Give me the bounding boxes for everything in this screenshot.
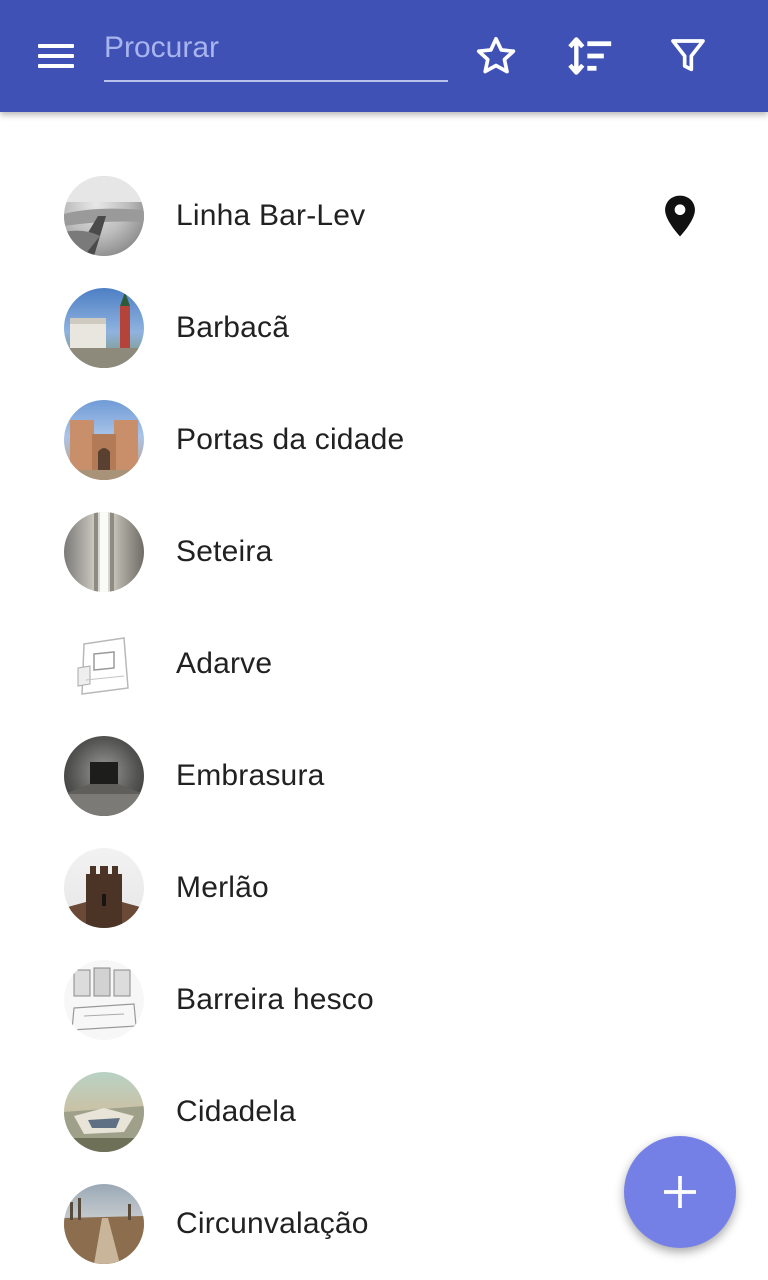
item-label: Linha Bar-Lev [176, 199, 366, 232]
item-label: Embrasura [176, 759, 325, 792]
fortress-image [64, 292, 144, 368]
item-thumbnail [64, 512, 144, 592]
list-item[interactable]: Embrasura [0, 720, 768, 832]
list-item[interactable]: Merlão [0, 832, 768, 944]
list-item[interactable]: Barreira hesco [0, 944, 768, 1056]
menu-icon-line [38, 54, 74, 58]
item-label: Barbacã [176, 311, 290, 344]
list-item[interactable]: Linha Bar-Lev [0, 160, 768, 272]
wall-walk-sketch [77, 637, 129, 695]
location-pin-icon[interactable] [660, 194, 700, 238]
item-thumbnail [64, 624, 144, 704]
trench-line-image [64, 1198, 144, 1264]
castle-tower-image [64, 866, 144, 928]
add-button[interactable] [624, 1136, 736, 1248]
favorites-button[interactable] [468, 28, 524, 84]
item-label: Merlão [176, 871, 269, 904]
search-input[interactable] [104, 22, 448, 74]
item-thumbnail [64, 288, 144, 368]
item-thumbnail [64, 848, 144, 928]
city-gate-image [64, 420, 144, 480]
list-item[interactable]: Seteira [0, 496, 768, 608]
citadel-image [64, 1106, 144, 1152]
list-item[interactable]: Portas da cidade [0, 384, 768, 496]
item-thumbnail [64, 960, 144, 1040]
item-thumbnail [64, 1184, 144, 1264]
sort-icon [568, 37, 612, 75]
item-thumbnail [64, 176, 144, 256]
embrasure-image [64, 762, 144, 816]
hesco-barrier-image [71, 967, 137, 1031]
search-field [104, 22, 448, 82]
item-label: Barreira hesco [176, 983, 374, 1016]
app-bar [0, 0, 768, 112]
item-list: Linha Bar-Lev Barbacã Portas da cidade S… [0, 160, 768, 1280]
list-item[interactable]: Barbacã [0, 272, 768, 384]
star-outline-icon [476, 36, 516, 74]
item-label: Portas da cidade [176, 423, 405, 456]
filter-icon [671, 39, 705, 72]
item-label: Seteira [176, 535, 273, 568]
item-thumbnail [64, 736, 144, 816]
list-item[interactable]: Adarve [0, 608, 768, 720]
menu-button[interactable] [24, 32, 88, 80]
filter-button[interactable] [660, 28, 716, 84]
menu-icon-line [38, 64, 74, 68]
item-label: Circunvalação [176, 1207, 369, 1240]
arrow-slit-image [94, 512, 114, 592]
item-thumbnail [64, 400, 144, 480]
item-label: Cidadela [176, 1095, 297, 1128]
item-thumbnail [64, 1072, 144, 1152]
item-label: Adarve [176, 647, 273, 680]
menu-icon-line [38, 44, 74, 48]
trench-image [64, 176, 144, 256]
plus-icon [663, 1175, 697, 1209]
sort-button[interactable] [563, 28, 619, 84]
